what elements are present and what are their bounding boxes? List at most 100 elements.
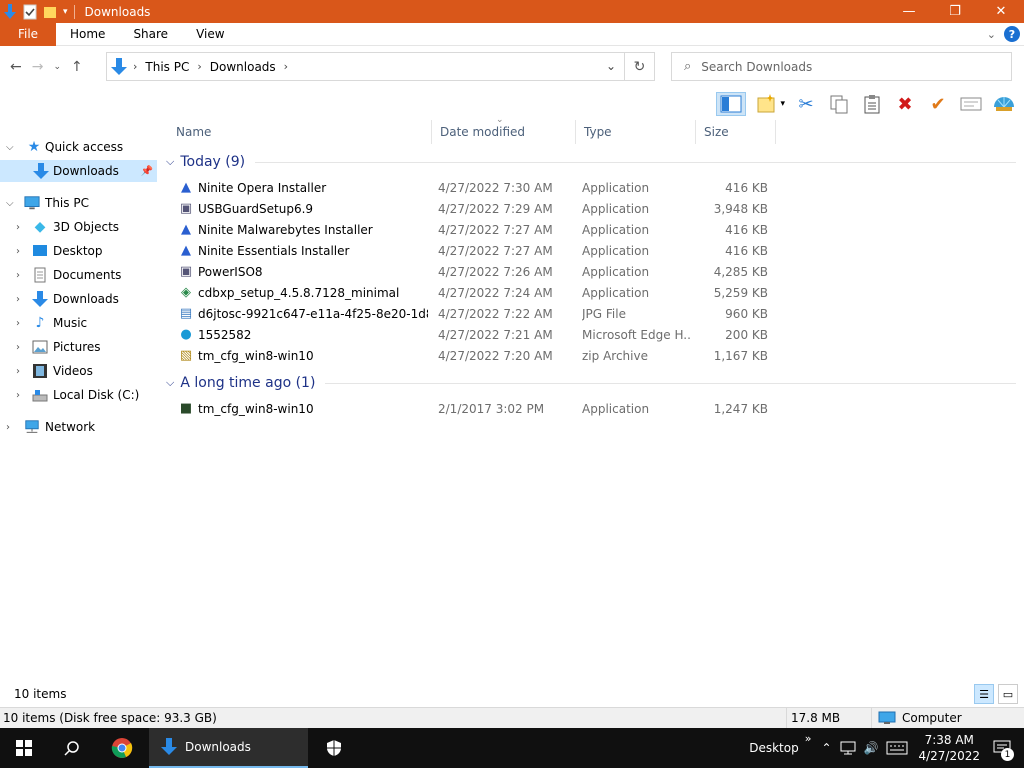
search-input[interactable]: Search Downloads bbox=[701, 60, 812, 74]
recent-locations-icon[interactable]: ⌄ bbox=[53, 62, 61, 72]
delete-button[interactable]: ✖ bbox=[893, 92, 917, 116]
tab-home[interactable]: Home bbox=[56, 23, 119, 46]
table-row[interactable]: ▲ Ninite Opera Installer 4/27/2022 7:30 … bbox=[160, 178, 1024, 199]
table-row[interactable]: ▧ tm_cfg_win8-win10 4/27/2022 7:20 AM zi… bbox=[160, 346, 1024, 367]
nav-label: Downloads bbox=[53, 292, 119, 306]
large-icons-view-icon[interactable]: ▭ bbox=[998, 684, 1018, 704]
chevron-right-icon[interactable]: › bbox=[16, 366, 20, 377]
expand-ribbon-icon[interactable]: ⌄ bbox=[987, 28, 996, 41]
file-tab[interactable]: File bbox=[0, 22, 56, 46]
chevron-right-icon[interactable]: › bbox=[16, 318, 20, 329]
chevron-down-icon[interactable]: ⌵ bbox=[166, 155, 174, 169]
table-row[interactable]: ◈ cdbxp_setup_4.5.8.7128_minimal 4/27/20… bbox=[160, 283, 1024, 304]
security-taskbar-button[interactable] bbox=[310, 728, 358, 768]
cut-button[interactable]: ✂ bbox=[794, 92, 818, 116]
table-row[interactable]: ▣ PowerISO8 4/27/2022 7:26 AM Applicatio… bbox=[160, 262, 1024, 283]
group-label: Today (9) bbox=[180, 154, 246, 170]
new-item-dropdown-icon[interactable]: ▾ bbox=[780, 99, 785, 109]
chevron-right-icon[interactable]: › bbox=[16, 390, 20, 401]
download-arrow-icon[interactable] bbox=[3, 3, 17, 20]
chevron-down-icon[interactable]: ⌵ bbox=[6, 198, 14, 209]
help-icon[interactable]: ? bbox=[1004, 26, 1020, 42]
breadcrumb-this-pc[interactable]: This PC bbox=[145, 60, 189, 74]
table-row[interactable]: ▲ Ninite Essentials Installer 4/27/2022 … bbox=[160, 241, 1024, 262]
table-row[interactable]: ▣ USBGuardSetup6.9 4/27/2022 7:29 AM App… bbox=[160, 199, 1024, 220]
chevron-right-icon[interactable]: › bbox=[16, 294, 20, 305]
table-row[interactable]: ■ tm_cfg_win8-win10 2/1/2017 3:02 PM App… bbox=[160, 399, 1024, 420]
chrome-taskbar-button[interactable] bbox=[98, 728, 146, 768]
column-header-date[interactable]: Date modified ⌄ bbox=[432, 115, 576, 144]
breadcrumb-separator-icon[interactable]: › bbox=[197, 60, 201, 73]
clock-date: 4/27/2022 bbox=[918, 749, 980, 763]
nav-desktop[interactable]: › Desktop bbox=[0, 240, 157, 262]
chevron-right-icon[interactable]: › bbox=[16, 342, 20, 353]
file-type: Application bbox=[582, 202, 650, 216]
preview-pane-button[interactable] bbox=[716, 92, 747, 116]
refresh-icon[interactable]: ↻ bbox=[624, 53, 654, 80]
back-arrow-icon[interactable]: ← bbox=[10, 59, 22, 75]
details-view-icon[interactable]: ☰ bbox=[974, 684, 994, 704]
tab-share[interactable]: Share bbox=[119, 23, 182, 46]
column-header-type[interactable]: Type bbox=[576, 120, 696, 144]
network-icon[interactable] bbox=[840, 741, 856, 755]
minimize-button[interactable]: — bbox=[886, 0, 932, 23]
address-bar[interactable]: › This PC › Downloads › ⌄ ↻ bbox=[106, 52, 655, 81]
nav-videos[interactable]: › Videos bbox=[0, 360, 157, 382]
forward-arrow-icon[interactable]: → bbox=[32, 59, 44, 75]
nav-local-disk[interactable]: › Local Disk (C:) bbox=[0, 384, 157, 406]
nav-music[interactable]: › ♪ Music bbox=[0, 312, 157, 334]
rename-button[interactable]: ✔ bbox=[926, 92, 950, 116]
file-date: 4/27/2022 7:21 AM bbox=[438, 328, 553, 342]
customize-toolbar-icon[interactable]: ▾ bbox=[63, 7, 68, 17]
keyboard-icon[interactable] bbox=[886, 741, 908, 755]
desktop-toolbar-label[interactable]: Desktop bbox=[749, 741, 799, 755]
paste-button[interactable] bbox=[860, 92, 884, 116]
open-shell-button[interactable] bbox=[992, 92, 1016, 116]
search-button[interactable] bbox=[48, 728, 96, 768]
preview-pane-icon bbox=[720, 95, 742, 113]
chevron-down-icon[interactable]: ⌵ bbox=[166, 376, 174, 390]
nav-downloads-quick[interactable]: Downloads 📌 bbox=[0, 160, 157, 182]
close-button[interactable]: ✕ bbox=[978, 0, 1024, 23]
nav-pictures[interactable]: › Pictures bbox=[0, 336, 157, 358]
setup-icon: ▣ bbox=[179, 264, 193, 279]
nav-documents[interactable]: › Documents bbox=[0, 264, 157, 286]
start-button[interactable] bbox=[0, 728, 48, 768]
maximize-button[interactable]: ❐ bbox=[932, 0, 978, 23]
up-arrow-icon[interactable]: ↑ bbox=[71, 59, 83, 75]
group-header-today[interactable]: ⌵ Today (9) bbox=[166, 151, 1016, 173]
chevron-down-icon[interactable]: ⌵ bbox=[6, 142, 14, 153]
breadcrumb-downloads[interactable]: Downloads bbox=[210, 60, 276, 74]
copy-button[interactable] bbox=[827, 92, 851, 116]
clock[interactable]: 7:38 AM 4/27/2022 bbox=[918, 732, 980, 764]
chevron-right-icon[interactable]: › bbox=[16, 222, 20, 233]
tab-view[interactable]: View bbox=[182, 23, 238, 46]
notifications-button[interactable]: 1 bbox=[980, 728, 1024, 768]
search-box[interactable]: ⌕ Search Downloads bbox=[671, 52, 1012, 81]
explorer-taskbar-button[interactable]: Downloads bbox=[149, 728, 308, 768]
new-item-button[interactable] bbox=[755, 92, 779, 116]
properties-button[interactable] bbox=[959, 92, 983, 116]
nav-downloads[interactable]: › Downloads bbox=[0, 288, 157, 310]
nav-network[interactable]: › Network bbox=[0, 416, 157, 438]
volume-icon[interactable]: 🔊 bbox=[864, 741, 879, 755]
chevron-right-icon[interactable]: › bbox=[16, 246, 20, 257]
table-row[interactable]: ▤ d6jtosc-9921c647-e11a-4f25-8e20-1d8c0.… bbox=[160, 304, 1024, 325]
nav-3d-objects[interactable]: › ◆ 3D Objects bbox=[0, 216, 157, 238]
column-header-name[interactable]: Name bbox=[168, 120, 432, 144]
column-header-size[interactable]: Size bbox=[696, 120, 776, 144]
nav-quick-access[interactable]: ⌵ ★ Quick access bbox=[0, 136, 157, 158]
group-header-long-ago[interactable]: ⌵ A long time ago (1) bbox=[166, 372, 1016, 394]
new-folder-icon[interactable] bbox=[43, 4, 57, 20]
nav-this-pc[interactable]: ⌵ This PC bbox=[0, 192, 157, 214]
chevron-up-icon[interactable]: ⌃ bbox=[821, 741, 831, 755]
chevron-right-icon[interactable]: › bbox=[6, 422, 10, 433]
group-divider bbox=[325, 382, 1016, 384]
chevron-right-icon[interactable]: › bbox=[16, 270, 20, 281]
table-row[interactable]: ▲ Ninite Malwarebytes Installer 4/27/202… bbox=[160, 220, 1024, 241]
address-dropdown-icon[interactable]: ⌄ bbox=[606, 59, 616, 73]
breadcrumb-separator-icon[interactable]: › bbox=[284, 60, 288, 73]
toolbar-overflow-icon[interactable]: » bbox=[805, 732, 812, 745]
table-row[interactable]: ● 1552582 4/27/2022 7:21 AM Microsoft Ed… bbox=[160, 325, 1024, 346]
properties-icon[interactable] bbox=[23, 4, 37, 20]
